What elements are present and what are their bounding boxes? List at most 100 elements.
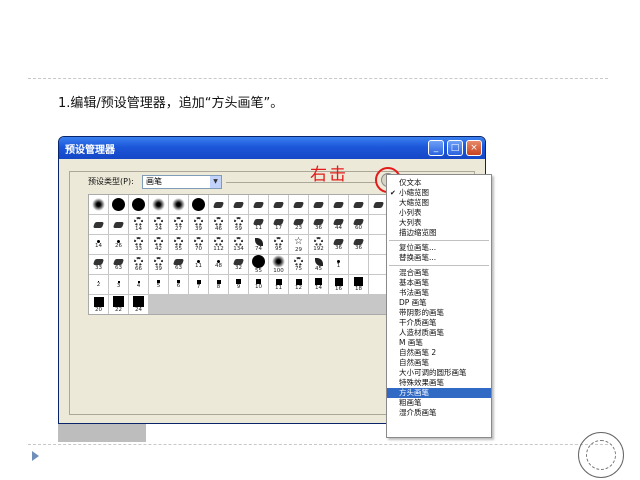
brush-cell[interactable] <box>249 195 268 214</box>
brush-cell[interactable]: 2 <box>89 275 108 294</box>
brush-cell[interactable]: 42 <box>149 235 168 254</box>
brush-cell[interactable]: 55 <box>249 255 268 274</box>
brush-cell[interactable]: 6 <box>169 275 188 294</box>
brush-cell[interactable]: 26 <box>109 235 128 254</box>
brush-cell[interactable] <box>349 255 368 274</box>
brush-cell[interactable]: 5 <box>149 275 168 294</box>
brush-cell[interactable]: 23 <box>289 215 308 234</box>
brush-cell[interactable]: 9 <box>229 275 248 294</box>
brush-cell[interactable]: 14 <box>309 275 328 294</box>
brush-cell[interactable]: 63 <box>109 255 128 274</box>
menu-item[interactable]: 大列表 <box>387 218 491 228</box>
brush-cell[interactable]: 33 <box>129 235 148 254</box>
dialog-titlebar[interactable]: 预设管理器 _ □ × <box>59 137 485 159</box>
menu-item[interactable]: 替换画笔... <box>387 253 491 263</box>
brush-cell[interactable] <box>169 195 188 214</box>
brush-cell[interactable]: 60 <box>349 215 368 234</box>
maximize-button[interactable]: □ <box>447 140 463 156</box>
brush-cell[interactable]: 44 <box>329 215 348 234</box>
menu-item[interactable]: 干介质画笔 <box>387 318 491 328</box>
brush-cell[interactable] <box>89 215 108 234</box>
brush-cell[interactable] <box>109 215 128 234</box>
menu-item[interactable]: 描边缩览图 <box>387 228 491 238</box>
menu-item[interactable]: 书法画笔 <box>387 288 491 298</box>
menu-item[interactable]: 湿介质画笔 <box>387 408 491 418</box>
brush-cell[interactable] <box>269 195 288 214</box>
menu-item[interactable]: 仅文本 <box>387 178 491 188</box>
brush-cell[interactable]: 7 <box>189 275 208 294</box>
menu-item[interactable]: 大缩览图 <box>387 198 491 208</box>
brush-cell[interactable] <box>349 195 368 214</box>
brush-cell[interactable]: 112 <box>209 235 228 254</box>
menu-item[interactable]: 大小可调的圆形画笔 <box>387 368 491 378</box>
brush-cell[interactable] <box>329 195 348 214</box>
brush-cell[interactable]: 24 <box>149 215 168 234</box>
brush-cell[interactable]: 36 <box>329 235 348 254</box>
brush-cell[interactable] <box>309 195 328 214</box>
brush-cell[interactable]: 46 <box>209 215 228 234</box>
brush-cell[interactable]: 14 <box>129 215 148 234</box>
menu-item[interactable]: 自然画笔 2 <box>387 348 491 358</box>
brush-cell[interactable]: 192 <box>309 235 328 254</box>
brush-cell[interactable]: 70 <box>189 235 208 254</box>
brush-cell[interactable]: 45 <box>309 255 328 274</box>
brush-cell[interactable] <box>129 195 148 214</box>
brush-cell[interactable]: 17 <box>269 215 288 234</box>
menu-item[interactable]: 小列表 <box>387 208 491 218</box>
brush-cell[interactable]: 3 <box>109 275 128 294</box>
menu-item[interactable]: 方头画笔 <box>387 388 491 398</box>
brush-cell[interactable]: 20 <box>89 295 108 314</box>
brush-cell[interactable]: 95 <box>269 235 288 254</box>
menu-item[interactable]: 自然画笔 <box>387 358 491 368</box>
brush-cell[interactable]: 4 <box>129 275 148 294</box>
brush-cell[interactable]: 14 <box>89 235 108 254</box>
menu-item[interactable]: ✔ 小缩览图 <box>387 188 491 198</box>
brush-cell[interactable]: 59 <box>229 215 248 234</box>
brush-cell[interactable]: 100 <box>269 255 288 274</box>
brush-cell[interactable]: 74 <box>249 235 268 254</box>
brush-cell[interactable]: 33 <box>89 255 108 274</box>
menu-item[interactable]: DP 画笔 <box>387 298 491 308</box>
brush-cell[interactable]: 10 <box>249 275 268 294</box>
minimize-button[interactable]: _ <box>428 140 444 156</box>
brush-cell[interactable] <box>229 195 248 214</box>
brush-cell[interactable]: 39 <box>189 215 208 234</box>
brush-cell[interactable]: 55 <box>169 235 188 254</box>
brush-cell[interactable]: 36 <box>309 215 328 234</box>
brush-cell[interactable] <box>89 195 108 214</box>
menu-item[interactable]: 粗画笔 <box>387 398 491 408</box>
close-button[interactable]: × <box>466 140 482 156</box>
brush-cell[interactable]: 75 <box>289 255 308 274</box>
brush-cell[interactable]: 32 <box>229 255 248 274</box>
brush-cell[interactable]: 11 <box>269 275 288 294</box>
brush-cell[interactable]: 1 <box>329 255 348 274</box>
brush-cell[interactable]: 66 <box>129 255 148 274</box>
brush-cell[interactable]: ☆ 29 <box>289 235 308 254</box>
brush-cell[interactable]: 11 <box>189 255 208 274</box>
brush-cell[interactable] <box>189 195 208 214</box>
menu-item[interactable]: 特殊效果画笔 <box>387 378 491 388</box>
menu-item[interactable]: 人造材质画笔 <box>387 328 491 338</box>
brush-cell[interactable]: 36 <box>349 235 368 254</box>
menu-item[interactable]: 带阴影的画笔 <box>387 308 491 318</box>
brush-cell[interactable]: 39 <box>149 255 168 274</box>
preset-type-select[interactable]: 画笔 ▼ <box>142 175 222 189</box>
menu-item[interactable]: 基本画笔 <box>387 278 491 288</box>
brush-cell[interactable]: 24 <box>129 295 148 314</box>
brush-cell[interactable]: 8 <box>209 275 228 294</box>
brush-cell[interactable]: 48 <box>209 255 228 274</box>
brush-cell[interactable] <box>289 195 308 214</box>
brush-cell[interactable]: 16 <box>329 275 348 294</box>
brush-cell[interactable] <box>209 195 228 214</box>
brush-cell[interactable] <box>109 195 128 214</box>
brush-cell[interactable]: 22 <box>109 295 128 314</box>
brush-cell[interactable]: 18 <box>349 275 368 294</box>
brush-cell[interactable]: 11 <box>249 215 268 234</box>
menu-item[interactable]: M 画笔 <box>387 338 491 348</box>
brush-cell[interactable]: 63 <box>169 255 188 274</box>
menu-item[interactable]: 复位画笔... <box>387 243 491 253</box>
brush-cell[interactable]: 27 <box>169 215 188 234</box>
menu-item[interactable]: 混合画笔 <box>387 268 491 278</box>
brush-cell[interactable] <box>149 195 168 214</box>
brush-cell[interactable]: 134 <box>229 235 248 254</box>
